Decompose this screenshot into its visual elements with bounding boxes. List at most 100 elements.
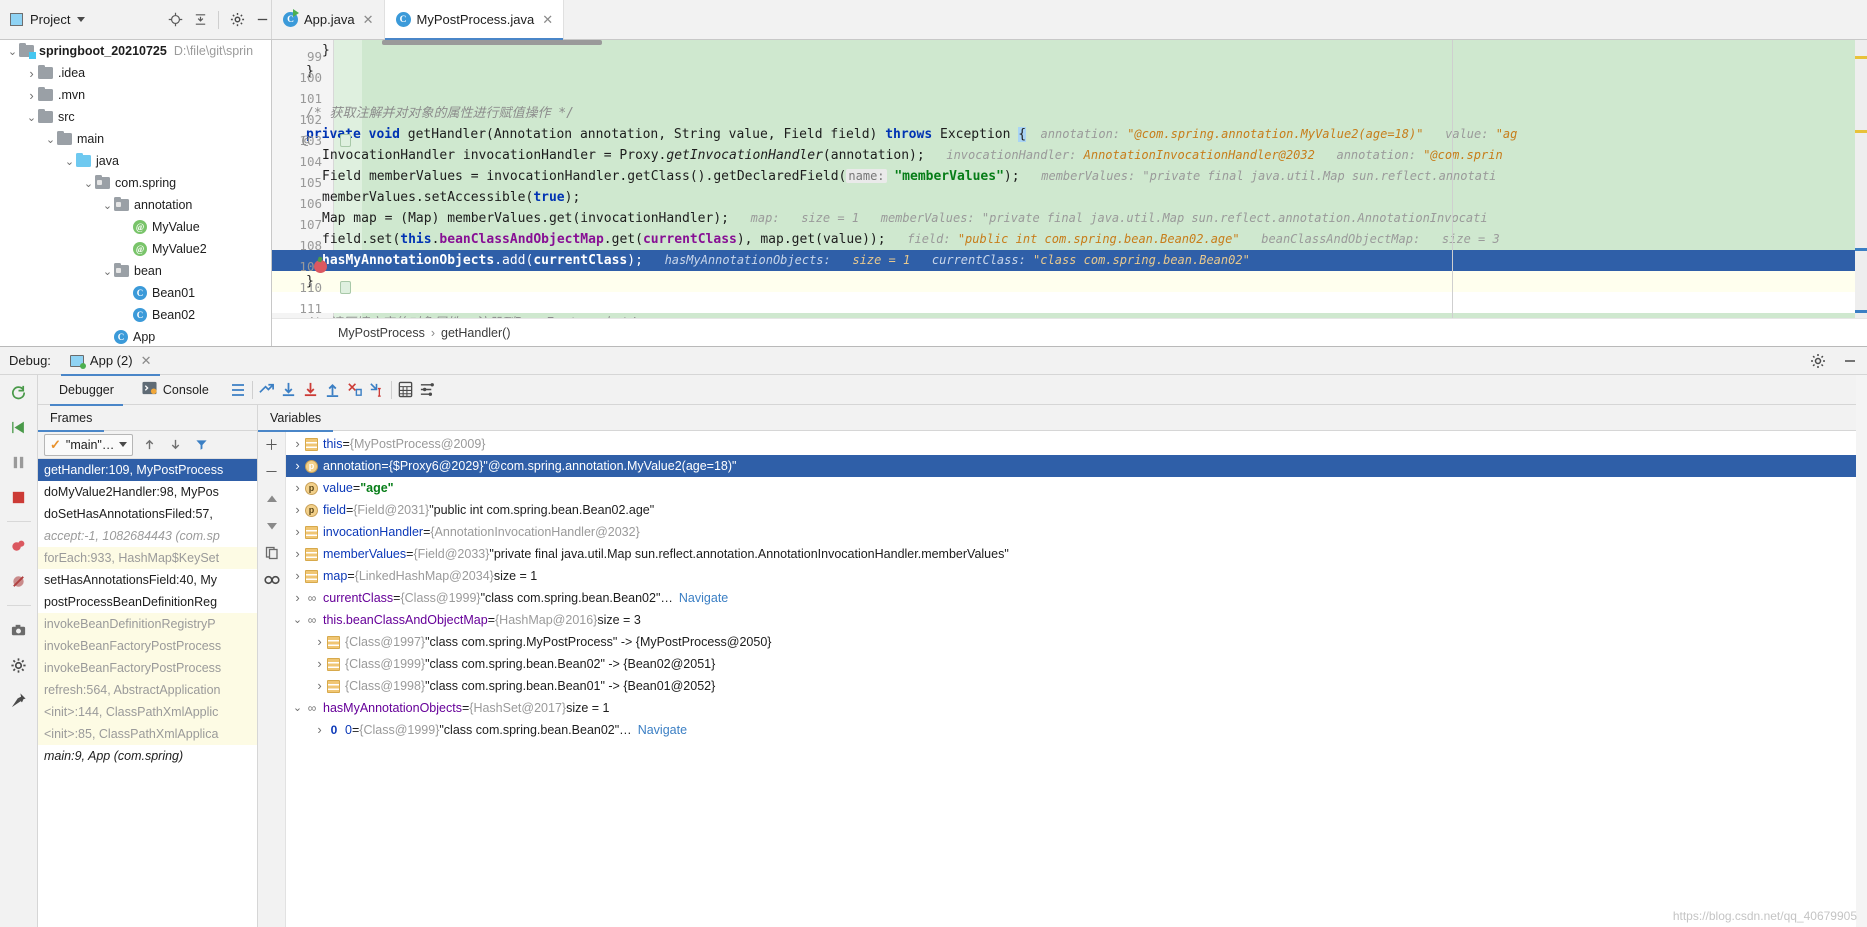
stack-frame-item[interactable]: refresh:564, AbstractApplication bbox=[38, 679, 257, 701]
chevron-right-icon[interactable]: › bbox=[290, 499, 305, 521]
variable-row[interactable]: › this = {MyPostProcess@2009} bbox=[286, 433, 1867, 455]
stack-frame-item[interactable]: postProcessBeanDefinitionReg bbox=[38, 591, 257, 613]
breadcrumb[interactable]: MyPostProcess › getHandler() bbox=[272, 318, 1867, 346]
tree-node[interactable]: ⌄ src bbox=[0, 106, 271, 128]
tree-node[interactable]: C Bean01 bbox=[0, 282, 271, 304]
mute-breakpoints-icon[interactable] bbox=[8, 570, 30, 592]
right-scrollbar[interactable] bbox=[1856, 375, 1867, 927]
tab-debugger[interactable]: Debugger bbox=[46, 375, 127, 406]
variable-row[interactable]: › {Class@1998} "class com.spring.bean.Bea… bbox=[286, 675, 1867, 697]
variable-row[interactable]: › p value = "age" bbox=[286, 477, 1867, 499]
override-gutter-icon[interactable]: @ bbox=[302, 130, 309, 151]
chevron-right-icon[interactable]: › bbox=[312, 631, 327, 653]
settings-icon[interactable] bbox=[418, 380, 438, 400]
stack-frame-item[interactable]: forEach:933, HashMap$KeySet bbox=[38, 547, 257, 569]
code-line[interactable]: Map map = (Map) memberValues.get(invocat… bbox=[272, 208, 1867, 229]
copy-icon[interactable] bbox=[262, 544, 282, 562]
variable-row[interactable]: › map = {LinkedHashMap@2034} size = 1 bbox=[286, 565, 1867, 587]
frame-up-icon[interactable] bbox=[139, 436, 159, 454]
layout-settings-icon[interactable] bbox=[228, 380, 248, 400]
locate-icon[interactable] bbox=[166, 11, 184, 29]
stack-frame-item[interactable]: main:9, App (com.spring) bbox=[38, 745, 257, 767]
tree-node[interactable]: @ MyValue bbox=[0, 216, 271, 238]
step-into-icon[interactable] bbox=[301, 380, 321, 400]
code-line[interactable] bbox=[272, 292, 1867, 313]
project-tree[interactable]: ⌄ springboot_20210725 D:\file\git\sprin › .i… bbox=[0, 40, 272, 346]
remove-watch-icon[interactable]: － bbox=[262, 463, 282, 481]
frame-down-icon[interactable] bbox=[165, 436, 185, 454]
variable-row[interactable]: › {Class@1999} "class com.spring.bean.Bea… bbox=[286, 653, 1867, 675]
chevron-down-icon[interactable]: ⌄ bbox=[25, 111, 38, 124]
tree-node[interactable]: ⌄ annotation bbox=[0, 194, 271, 216]
chevron-down-icon[interactable] bbox=[119, 442, 128, 447]
chevron-right-icon[interactable]: › bbox=[25, 88, 38, 103]
chevron-down-icon[interactable]: ⌄ bbox=[101, 265, 114, 278]
debug-session-tab[interactable]: App (2) ✕ bbox=[60, 347, 161, 376]
view-breakpoints-icon[interactable] bbox=[8, 535, 30, 557]
chevron-down-icon[interactable]: ⌄ bbox=[101, 199, 114, 212]
stack-frame-item[interactable]: getHandler:109, MyPostProcess bbox=[38, 459, 257, 481]
chevron-down-icon[interactable] bbox=[77, 17, 86, 22]
breadcrumb-method[interactable]: getHandler() bbox=[441, 326, 510, 340]
stack-frame-item[interactable]: <init>:85, ClassPathXmlApplica bbox=[38, 723, 257, 745]
show-execution-point-icon[interactable] bbox=[257, 380, 277, 400]
stack-frame-item[interactable]: accept:-1, 1082684443 (com.sp bbox=[38, 525, 257, 547]
stop-icon[interactable] bbox=[8, 486, 30, 508]
stack-frame-item[interactable]: invokeBeanFactoryPostProcess bbox=[38, 635, 257, 657]
pause-icon[interactable] bbox=[8, 451, 30, 473]
drop-frame-icon[interactable] bbox=[345, 380, 365, 400]
code-line[interactable]: } bbox=[272, 61, 1867, 82]
pin-icon[interactable] bbox=[8, 689, 30, 711]
variable-row[interactable]: › 0 0 = {Class@1999} "class com.spring.bea… bbox=[286, 719, 1867, 741]
code-editor[interactable]: }} /* 获取注解并对对象的属性进行赋值操作 */ private void ge… bbox=[272, 40, 1867, 346]
collapse-all-icon[interactable] bbox=[191, 11, 209, 29]
variable-row[interactable]: › memberValues = {Field@2033} "private fi… bbox=[286, 543, 1867, 565]
chevron-right-icon[interactable]: › bbox=[312, 653, 327, 675]
close-icon[interactable]: ✕ bbox=[363, 12, 374, 28]
resume-icon[interactable] bbox=[8, 416, 30, 438]
settings-gear-icon[interactable] bbox=[1809, 352, 1827, 370]
screenshot-icon[interactable] bbox=[8, 619, 30, 641]
stack-frame-item[interactable]: invokeBeanFactoryPostProcess bbox=[38, 657, 257, 679]
code-line[interactable]: } bbox=[272, 40, 1867, 61]
tree-node[interactable]: C Bean02 bbox=[0, 304, 271, 326]
frames-list[interactable]: getHandler:109, MyPostProcess doMyValue2H… bbox=[38, 459, 257, 927]
move-up-icon[interactable] bbox=[262, 490, 282, 508]
tree-node[interactable]: C App bbox=[0, 326, 271, 346]
code-line[interactable]: } bbox=[272, 271, 1867, 292]
stack-frame-item[interactable]: setHasAnnotationsField:40, My bbox=[38, 569, 257, 591]
tree-node[interactable]: › .mvn bbox=[0, 84, 271, 106]
chevron-right-icon[interactable]: › bbox=[290, 565, 305, 587]
breadcrumb-class[interactable]: MyPostProcess bbox=[338, 326, 425, 340]
chevron-down-icon[interactable]: ⌄ bbox=[290, 697, 305, 719]
tab-console[interactable]: Console bbox=[129, 375, 222, 405]
tree-node[interactable]: › .idea bbox=[0, 62, 271, 84]
code-line[interactable]: private void getHandler(Annotation annot… bbox=[272, 124, 1867, 145]
code-fold-icon[interactable] bbox=[340, 134, 351, 147]
tab-variables[interactable]: Variables bbox=[258, 405, 334, 432]
code-fold-icon[interactable] bbox=[340, 281, 351, 294]
code-line[interactable]: /* 获取注解并对对象的属性进行赋值操作 */ bbox=[272, 103, 1867, 124]
code-line[interactable]: memberValues.setAccessible(true); bbox=[272, 187, 1867, 208]
rerun-icon[interactable] bbox=[8, 381, 30, 403]
editor-marker-bar[interactable] bbox=[1855, 40, 1867, 346]
chevron-down-icon[interactable]: ⌄ bbox=[63, 155, 76, 168]
navigate-link[interactable]: Navigate bbox=[638, 719, 687, 741]
stack-frame-item[interactable]: invokeBeanDefinitionRegistryP bbox=[38, 613, 257, 635]
variable-row[interactable]: › ∞ currentClass = {Class@1999} "class com… bbox=[286, 587, 1867, 609]
chevron-right-icon[interactable]: › bbox=[290, 433, 305, 455]
chevron-right-icon[interactable]: › bbox=[290, 477, 305, 499]
variable-row[interactable]: › p annotation = {$Proxy6@2029} "@com.spri… bbox=[286, 455, 1867, 477]
run-to-cursor-icon[interactable] bbox=[367, 380, 387, 400]
chevron-right-icon[interactable]: › bbox=[312, 719, 327, 741]
project-tool-header[interactable]: Project bbox=[0, 0, 272, 39]
inspect-icon[interactable] bbox=[262, 571, 282, 589]
minimize-icon[interactable] bbox=[1841, 352, 1859, 370]
filter-icon[interactable] bbox=[191, 436, 211, 454]
chevron-down-icon[interactable]: ⌄ bbox=[290, 609, 305, 631]
breakpoint-icon[interactable] bbox=[314, 260, 327, 273]
variable-row[interactable]: ⌄ ∞ this.beanClassAndObjectMap = {HashMap@… bbox=[286, 609, 1867, 631]
code-line[interactable] bbox=[272, 82, 1867, 103]
variable-row[interactable]: › invocationHandler = {AnnotationInvocati… bbox=[286, 521, 1867, 543]
stack-frame-item[interactable]: doMyValue2Handler:98, MyPos bbox=[38, 481, 257, 503]
